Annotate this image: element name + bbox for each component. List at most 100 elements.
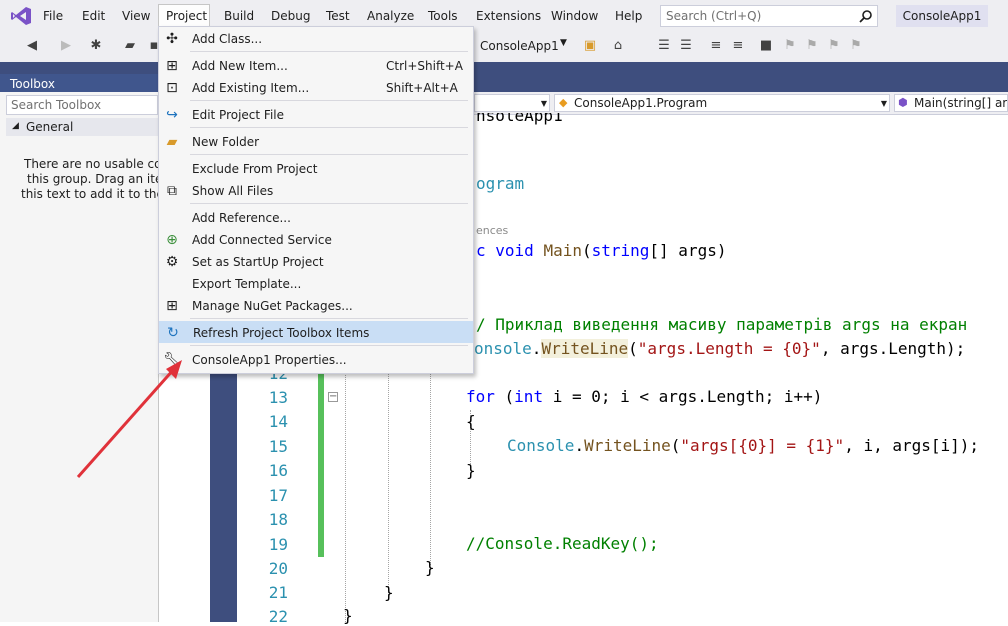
connected-service-icon: ⊕ (166, 232, 178, 248)
collapse-toggle-icon[interactable]: − (328, 392, 338, 402)
gear-icon: ⚙ (165, 254, 179, 270)
code-main-signature: c void Main(string[] args) (476, 241, 727, 260)
menu-item-new-folder[interactable]: ▰ New Folder (159, 131, 473, 153)
menu-debug[interactable]: Debug (271, 9, 310, 23)
chevron-down-icon: ▼ (560, 38, 567, 48)
add-existing-item-icon: ⊡ (166, 80, 178, 96)
menu-item-edit-project-file[interactable]: ↪ Edit Project File (159, 104, 473, 126)
menu-build[interactable]: Build (224, 9, 254, 23)
menu-item-add-new-item[interactable]: ⊞ Add New Item... Ctrl+Shift+A (159, 55, 473, 77)
line-number: 21 (268, 583, 288, 602)
menu-item-exclude-from-project[interactable]: Exclude From Project (159, 158, 473, 180)
menu-item-label: New Folder (192, 135, 260, 149)
menu-separator (190, 345, 468, 346)
line-number: 19 (268, 535, 288, 554)
menu-item-manage-nuget[interactable]: ⊞ Manage NuGet Packages... (159, 295, 473, 317)
browse-icon[interactable]: ▣ (582, 38, 598, 54)
menu-item-export-template[interactable]: Export Template... (159, 273, 473, 295)
menu-test[interactable]: Test (326, 9, 350, 23)
menu-item-label: Add Connected Service (192, 233, 332, 247)
show-all-files-icon: ⧉ (167, 183, 177, 199)
indent-guide (345, 370, 346, 622)
add-new-item-icon: ⊞ (166, 58, 178, 74)
new-project-icon[interactable]: ✱ (88, 38, 104, 54)
collapse-triangle-icon[interactable]: ◢ (12, 121, 19, 131)
menu-help[interactable]: Help (615, 9, 642, 23)
visual-studio-logo-icon[interactable] (10, 6, 32, 26)
menu-item-add-connected-service[interactable]: ⊕ Add Connected Service (159, 229, 473, 251)
outdent-icon[interactable]: ☰ (678, 38, 694, 54)
code-brace: } (384, 583, 394, 602)
toolbox-search-placeholder: Search Toolbox (11, 98, 102, 112)
code-references-fragment: ences (476, 224, 509, 237)
menu-item-properties[interactable]: 🔧︎ ConsoleApp1 Properties... (159, 349, 473, 371)
menu-tools[interactable]: Tools (428, 9, 458, 23)
new-folder-icon: ▰ (166, 134, 178, 150)
menu-item-add-reference[interactable]: Add Reference... (159, 207, 473, 229)
menu-item-add-existing-item[interactable]: ⊡ Add Existing Item... Shift+Alt+A (159, 77, 473, 99)
edit-project-file-icon: ↪ (166, 107, 178, 123)
code-comment-line: / Приклад виведення масиву параметрів ar… (476, 315, 968, 334)
menu-item-shortcut: Shift+Alt+A (386, 81, 458, 95)
code-writeline-1: onsole.WriteLine("args.Length = {0}", ar… (474, 339, 966, 358)
uncomment-icon[interactable]: ≡ (730, 38, 746, 54)
prev-bookmark-folder-icon[interactable]: ⚑ (826, 38, 842, 54)
menu-separator (190, 100, 468, 101)
toolbox-search-input[interactable]: Search Toolbox (6, 95, 158, 115)
menu-item-shortcut: Ctrl+Shift+A (386, 59, 463, 73)
menu-item-label: Show All Files (192, 184, 274, 198)
menu-item-label: Exclude From Project (192, 162, 318, 176)
menu-project[interactable]: Project (166, 9, 207, 23)
bookmark-icon[interactable]: ■ (758, 38, 774, 54)
menu-separator (190, 127, 468, 128)
next-bookmark-icon[interactable]: ⚑ (804, 38, 820, 54)
search-placeholder: Search (Ctrl+Q) (666, 9, 762, 23)
menu-item-show-all-files[interactable]: ⧉ Show All Files (159, 180, 473, 202)
menu-item-label: ConsoleApp1 Properties... (192, 353, 347, 367)
comment-icon[interactable]: ≡ (708, 38, 724, 54)
code-brace: } (343, 606, 353, 625)
method-icon: ⬢ (898, 96, 908, 109)
line-number: 17 (268, 486, 288, 505)
search-input[interactable]: Search (Ctrl+Q) (660, 5, 878, 27)
toolbox-empty-text: There are no usable contr (24, 157, 179, 171)
menu-separator (190, 318, 468, 319)
member-nav-label: Main(string[] args (914, 96, 1008, 110)
class-nav-dropdown[interactable]: ◆ ConsoleApp1.Program ▼ (554, 94, 890, 112)
menu-item-label: Refresh Project Toolbox Items (193, 326, 370, 340)
line-number: 14 (268, 412, 288, 431)
line-number: 16 (268, 461, 288, 480)
menu-item-label: Edit Project File (192, 108, 285, 122)
search-icon[interactable] (859, 9, 873, 23)
code-for-line: for (int i = 0; i < args.Length; i++) (466, 387, 823, 406)
red-arrow-annotation (76, 360, 182, 478)
menu-item-set-startup-project[interactable]: ⚙ Set as StartUp Project (159, 251, 473, 273)
code-open-brace: { (466, 412, 476, 431)
clear-bookmarks-icon[interactable]: ⚑ (848, 38, 864, 54)
toolbox-empty-text: this group. Drag an item (27, 172, 175, 186)
line-number: 15 (268, 437, 288, 456)
code-brace: } (425, 558, 435, 577)
menu-edit[interactable]: Edit (82, 9, 105, 23)
startup-project-dropdown[interactable]: ConsoleApp1 (480, 36, 570, 56)
menu-item-refresh-toolbox[interactable]: ↻ Refresh Project Toolbox Items (159, 321, 473, 343)
menu-view[interactable]: View (122, 9, 150, 23)
menu-separator (190, 203, 468, 204)
menu-analyze[interactable]: Analyze (367, 9, 414, 23)
code-writeline-2: Console.WriteLine("args[{0}] = {1}", i, … (507, 436, 980, 455)
member-nav-dropdown[interactable]: ⬢ Main(string[] args (894, 94, 1008, 112)
indent-icon[interactable]: ☰ (656, 38, 672, 54)
code-close-brace: } (466, 461, 476, 480)
menu-extensions[interactable]: Extensions (476, 9, 541, 23)
back-icon[interactable]: ◀ (24, 38, 40, 54)
menu-file[interactable]: File (43, 9, 63, 23)
forward-icon[interactable]: ▶ (58, 38, 74, 54)
open-file-icon[interactable]: ▰ (122, 38, 138, 54)
toolbox-empty-text: this text to add it to the to (21, 187, 180, 201)
menu-item-add-class[interactable]: ✣ Add Class... (159, 28, 473, 50)
prev-bookmark-icon[interactable]: ⚑ (782, 38, 798, 54)
menu-window[interactable]: Window (551, 9, 598, 23)
class-icon: ◆ (559, 96, 568, 109)
home-icon[interactable]: ⌂ (610, 38, 626, 54)
project-nav-dropdown[interactable]: ▼ (474, 94, 550, 112)
